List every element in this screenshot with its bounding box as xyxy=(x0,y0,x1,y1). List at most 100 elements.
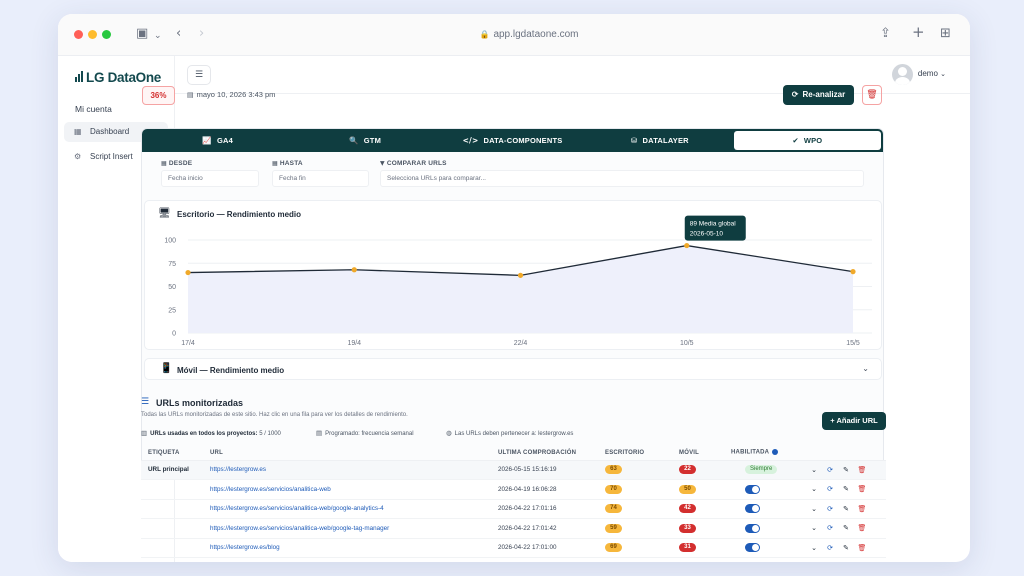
chevron-down-icon[interactable]: ⌄ xyxy=(806,466,822,474)
table-row[interactable]: URL principal https://lestergrow.es 2026-0… xyxy=(141,460,886,480)
row-url[interactable]: https://lestergrow.es/servicios/analitic… xyxy=(210,479,498,500)
user-menu[interactable]: demo ⌄ xyxy=(918,69,946,78)
edit-icon[interactable]: ✎ xyxy=(838,466,854,474)
schedule-info: ▤ Programado: frecuencia semanal xyxy=(316,429,414,437)
maximize-window-button[interactable] xyxy=(102,30,111,39)
chevron-down-icon[interactable]: ⌄ xyxy=(154,28,162,44)
address-text: app.lgdataone.com xyxy=(493,29,579,40)
edit-icon[interactable]: ✎ xyxy=(838,544,854,552)
mobile-score: 22 xyxy=(679,465,696,475)
data-point xyxy=(517,272,524,278)
enabled-toggle[interactable] xyxy=(745,484,760,494)
list-icon: ☰ xyxy=(141,397,150,407)
main-content: 36% ▤ mayo 10, 2026 3:43 pm ⟳ Re-analizar … xyxy=(127,80,897,558)
row-checked: 2026-04-22 17:01:42 xyxy=(498,518,605,539)
refresh-icon[interactable]: ⟳ xyxy=(822,466,838,474)
column-header: MÓVIL xyxy=(679,446,731,461)
table-row[interactable]: https://lestergrow.es/servicios/analitic… xyxy=(141,499,886,519)
lock-icon: 🔒 xyxy=(479,30,490,39)
tab-ga4[interactable]: 📈 GA4 xyxy=(144,131,291,150)
grid-icon[interactable]: ⊞ xyxy=(940,26,951,42)
reanalyze-label: Re-analizar xyxy=(802,90,846,99)
refresh-icon[interactable]: ⟳ xyxy=(822,544,838,552)
row-url[interactable]: https://lestergrow.es xyxy=(210,460,498,480)
info-icon[interactable] xyxy=(772,449,779,456)
refresh-icon[interactable]: ⟳ xyxy=(822,485,838,493)
reanalyze-button[interactable]: ⟳ Re-analizar xyxy=(783,85,854,105)
refresh-icon[interactable]: ⟳ xyxy=(822,524,838,532)
chevron-down-icon[interactable]: ⌄ xyxy=(806,544,822,552)
comparar-label-text: COMPARAR URLS xyxy=(386,160,447,167)
share-icon[interactable]: ⇪ xyxy=(880,26,891,42)
refresh-icon[interactable]: ⟳ xyxy=(822,505,838,513)
sidebar-item-label: Dashboard xyxy=(90,127,130,136)
tab-data-components[interactable]: </> DATA-COMPONENTS xyxy=(439,131,586,150)
trash-icon[interactable]: 🗑 xyxy=(854,505,870,513)
trash-icon[interactable]: 🗑 xyxy=(854,524,870,532)
delete-button[interactable]: 🗑 xyxy=(862,85,882,105)
desktop-performance-chart: 0 25 50 75 100 17/4 19/4 22/4 10/5 15/5 89 Media g… xyxy=(164,215,872,347)
back-icon[interactable]: ‹ xyxy=(176,26,181,42)
table-row[interactable]: https://lestergrow.es/blog 2026-04-22 17:… xyxy=(141,538,886,558)
row-checked: 2026-04-19 16:06:28 xyxy=(498,479,605,500)
table-row[interactable]: https://lestergrow.es/servicios/analitic… xyxy=(141,479,886,500)
edit-icon[interactable]: ✎ xyxy=(838,505,854,513)
chart-icon: ▥ xyxy=(141,429,148,437)
forward-icon[interactable]: › xyxy=(199,26,204,42)
mobile-score: 31 xyxy=(679,543,696,553)
column-header-actions xyxy=(806,446,886,461)
row-label xyxy=(141,538,210,558)
hasta-input[interactable]: Fecha fin xyxy=(272,170,369,187)
column-header: ETIQUETA xyxy=(141,446,210,461)
chevron-down-icon[interactable]: ⌄ xyxy=(806,524,822,532)
x-tick-label: 15/5 xyxy=(846,340,860,347)
edit-icon[interactable]: ✎ xyxy=(838,485,854,493)
trash-icon[interactable]: 🗑 xyxy=(854,485,870,493)
address-bar[interactable]: 🔒 app.lgdataone.com xyxy=(344,25,714,45)
tab-wpo[interactable]: ✔ WPO xyxy=(733,131,882,150)
chevron-down-icon[interactable]: ⌄ xyxy=(806,485,822,493)
plus-icon[interactable]: + xyxy=(912,24,925,40)
minimize-window-button[interactable] xyxy=(88,30,97,39)
edit-icon[interactable]: ✎ xyxy=(838,524,854,532)
x-tick-label: 22/4 xyxy=(514,340,528,347)
table-row[interactable]: https://lestergrow.es/servicios/analitic… xyxy=(141,518,886,539)
mobile-section-toggle[interactable]: 📱 Móvil — Rendimiento medio ⌄ xyxy=(144,358,882,380)
y-tick-label: 50 xyxy=(168,284,176,291)
browser-titlebar: ▣ ⌄ ‹ › 🔒 app.lgdataone.com ⇪ + ⊞ xyxy=(58,14,970,56)
desktop-score: 69 xyxy=(605,543,622,553)
mobile-icon: 📱 xyxy=(160,363,173,374)
tooltip-value: 89 Media global xyxy=(690,221,736,228)
row-url[interactable]: https://lestergrow.es/servicios/analitic… xyxy=(210,499,498,519)
urls-usage-value: 5 / 1000 xyxy=(259,431,281,437)
row-checked: 2026-04-22 17:01:16 xyxy=(498,499,605,519)
tab-gtm[interactable]: 🔍 GTM xyxy=(291,131,438,150)
logo-bars-icon xyxy=(75,70,84,85)
calendar-icon: ▤ xyxy=(316,429,323,437)
desde-input[interactable]: Fecha inicio xyxy=(161,170,259,187)
sidebar-icon[interactable]: ▣ xyxy=(136,26,148,42)
urls-description: Todas las URLs monitorizadas de este sit… xyxy=(141,412,408,418)
trash-icon[interactable]: 🗑 xyxy=(854,466,870,474)
chevron-down-icon[interactable]: ⌄ xyxy=(806,505,822,513)
enabled-toggle[interactable] xyxy=(745,523,760,533)
row-url[interactable]: https://lestergrow.es/servicios/analitic… xyxy=(210,518,498,539)
comparar-urls-select[interactable]: Selecciona URLs para comparar... xyxy=(380,170,864,187)
analysis-date: ▤ mayo 10, 2026 3:43 pm xyxy=(187,90,275,99)
hasta-label-text: HASTA xyxy=(279,160,303,167)
gear-icon: ⚙ xyxy=(74,152,82,161)
desde-label-text: DESDE xyxy=(168,160,193,167)
row-url[interactable]: https://lestergrow.es/blog xyxy=(210,538,498,558)
add-url-button[interactable]: + Añadir URL xyxy=(822,412,886,430)
trash-icon[interactable]: 🗑 xyxy=(854,544,870,552)
row-checked: 2026-04-22 17:01:00 xyxy=(498,538,605,558)
tab-datalayer[interactable]: ⛁ DATALAYER xyxy=(586,131,733,150)
search-icon: 🔍 xyxy=(349,136,359,145)
code-icon: </> xyxy=(462,136,479,145)
close-window-button[interactable] xyxy=(74,30,83,39)
table-header: ETIQUETA URL ULTIMA COMPROBACIÓN ESCRITO… xyxy=(141,446,886,461)
enabled-toggle[interactable] xyxy=(745,543,760,553)
tab-label: DATALAYER xyxy=(642,136,689,145)
enabled-toggle[interactable] xyxy=(745,504,760,514)
y-tick-label: 75 xyxy=(168,261,176,268)
